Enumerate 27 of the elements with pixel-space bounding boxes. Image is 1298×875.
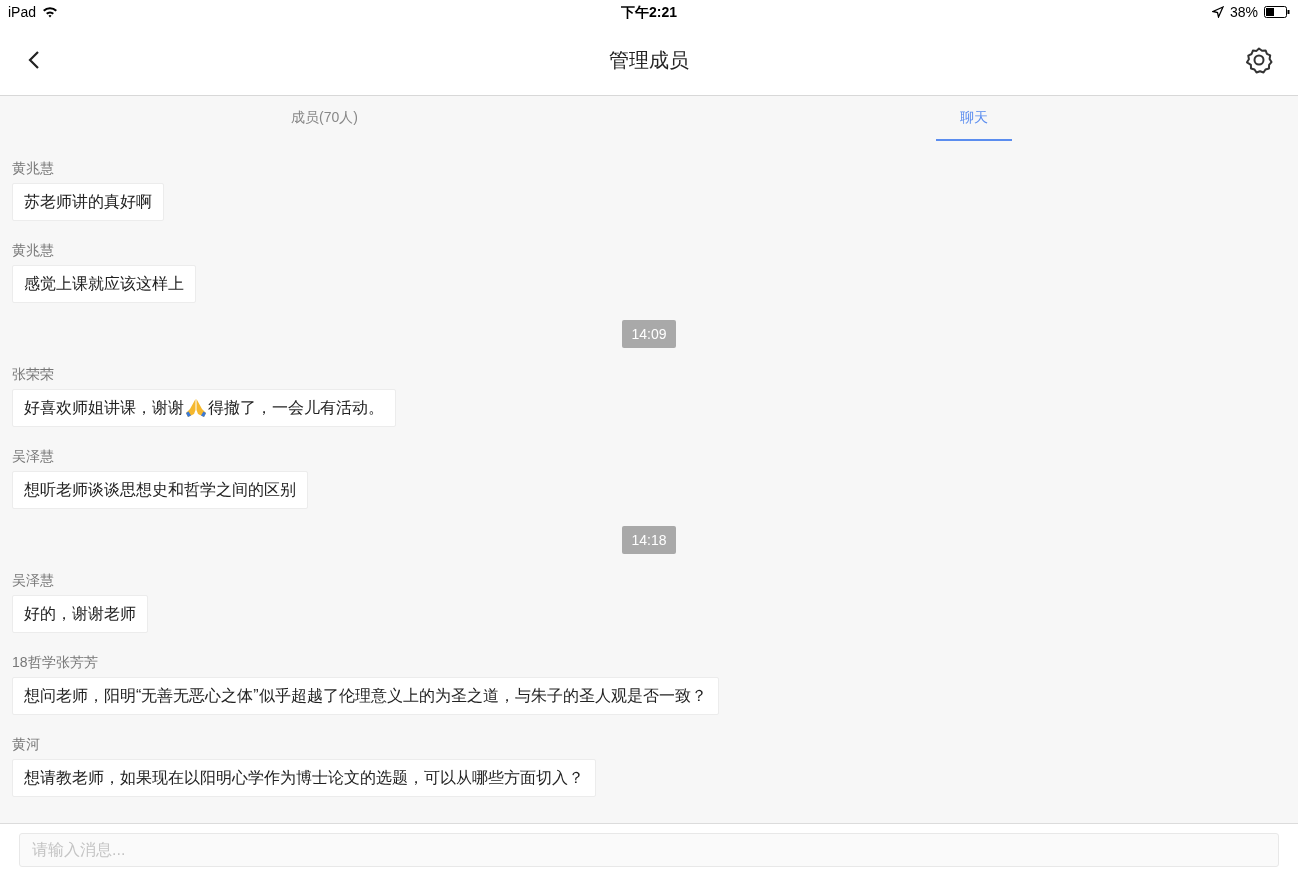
location-arrow-icon [1211,6,1224,18]
sender-name: 吴泽慧 [12,447,54,465]
back-chevron-icon [28,49,40,70]
timestamp: 14:18 [622,526,676,554]
wifi-icon [42,6,59,18]
message-bubble: 好的，谢谢老师 [12,595,148,633]
battery-icon [1264,6,1290,18]
message-bubble: 想请教老师，如果现在以阳明心学作为博士论文的选题，可以从哪些方面切入？ [12,759,596,797]
timestamp: 14:09 [622,320,676,348]
praying-hands-icon [184,398,208,418]
sender-name: 吴泽慧 [12,571,54,589]
settings-icon [1245,45,1273,74]
page-title: 管理成员 [609,47,689,73]
message-bubble: 感觉上课就应该这样上 [12,265,196,303]
tab[interactable]: 成员(70人) [285,96,364,141]
sender-name: 黄兆慧 [12,159,54,177]
device-name: iPad [8,2,37,22]
sender-name: 张荣荣 [12,365,54,383]
message-bubble: 苏老师讲的真好啊 [12,183,164,221]
sender-name: 黄兆慧 [12,241,54,259]
battery-percent: 38% [1229,2,1258,22]
message-bubble: 想问老师，阳明“无善无恶心之体”似乎超越了伦理意义上的为圣之道，与朱子的圣人观是否一致？ [12,677,719,715]
message-bubble: 好喜欢师姐讲课，谢谢 得撤了，一会儿有活动。 [12,389,396,427]
sender-name: 18哲学张芳芳 [12,653,98,671]
status-time: 下午2:21 [621,2,677,22]
sender-name: 黄河 [12,735,40,753]
message-bubble: 想听老师谈谈思想史和哲学之间的区别 [12,471,308,509]
